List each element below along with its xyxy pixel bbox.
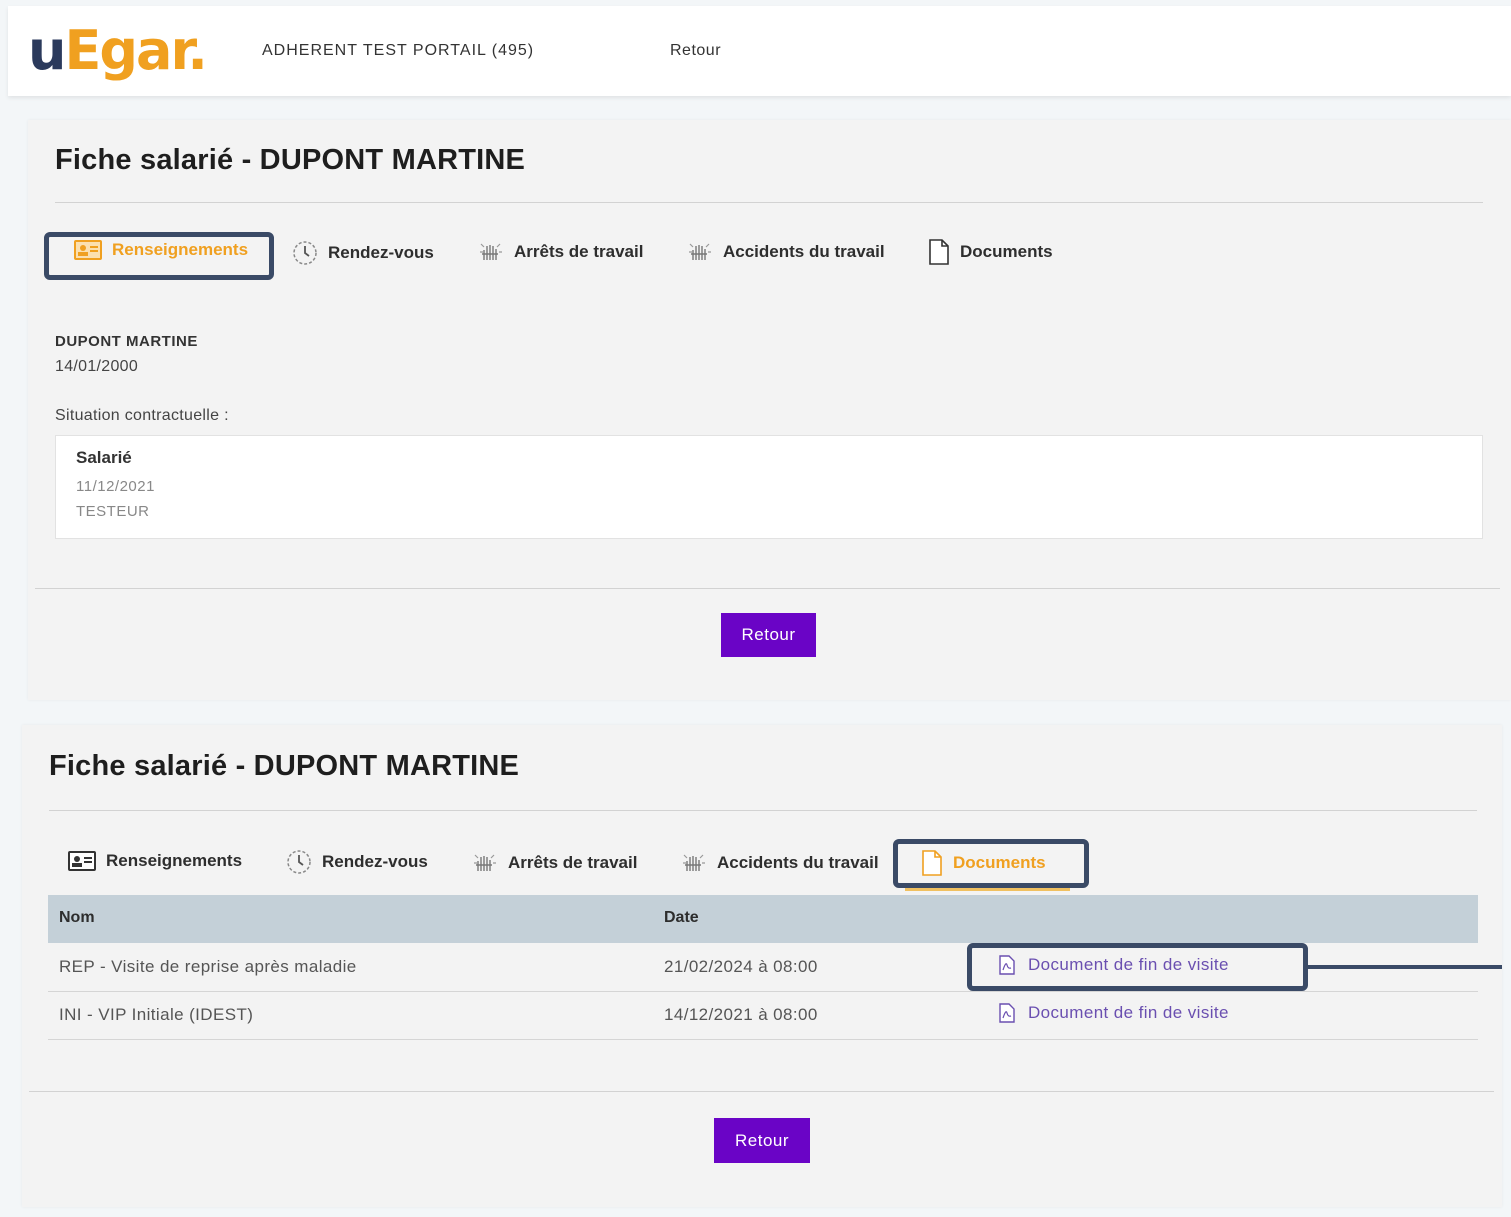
tab-rendez-vous[interactable]: Rendez-vous: [292, 240, 434, 266]
tab-accidents-du-travail[interactable]: Accidents du travail: [681, 851, 879, 875]
row-date: 21/02/2024 à 08:00: [664, 957, 818, 976]
table-header: Nom Date: [48, 895, 1478, 943]
contract-role: TESTEUR: [76, 503, 150, 520]
pdf-icon: [999, 1003, 1015, 1023]
footer-divider: [29, 1091, 1494, 1092]
active-tab-underline: [905, 888, 1070, 891]
table-row: INI - VIP Initiale (IDEST) 14/12/2021 à …: [48, 991, 1478, 1040]
row-nom: REP - Visite de reprise après maladie: [59, 957, 357, 976]
page-title: Fiche salarié - DUPONT MARTINE: [55, 144, 526, 176]
tab-label: Arrêts de travail: [508, 853, 638, 872]
highlight-box-documents: [893, 839, 1089, 888]
row-date: 14/12/2021 à 08:00: [664, 1005, 818, 1024]
title-divider: [49, 810, 1477, 811]
employee-name: DUPONT MARTINE: [55, 333, 198, 350]
hand-icon: [689, 243, 711, 260]
link-label: Document de fin de visite: [1028, 1003, 1229, 1022]
tab-label: Rendez-vous: [322, 852, 428, 871]
hand-icon: [474, 854, 496, 871]
tab-rendez-vous[interactable]: Rendez-vous: [286, 849, 428, 875]
birth-date: 14/01/2000: [55, 358, 139, 375]
tab-arrets-de-travail[interactable]: Arrêts de travail: [478, 240, 643, 264]
header-retour-link[interactable]: Retour: [670, 42, 721, 60]
uegar-logo[interactable]: uEgar.: [28, 18, 208, 84]
logo-letter-e: E: [64, 19, 101, 82]
top-header-bar: uEgar. ADHERENT TEST PORTAIL (495) Retou…: [8, 6, 1511, 96]
footer-divider: [35, 588, 1500, 589]
situation-label: Situation contractuelle :: [55, 407, 229, 424]
company-name: ADHERENT TEST PORTAIL (495): [262, 42, 535, 59]
retour-button[interactable]: Retour: [714, 1118, 810, 1163]
clock-icon: [293, 241, 317, 265]
retour-button[interactable]: Retour: [721, 613, 816, 657]
tab-label: Arrêts de travail: [514, 242, 644, 261]
logo-letter-u: u: [28, 19, 66, 82]
id-card-icon: [68, 851, 96, 871]
clock-icon: [287, 850, 311, 874]
hand-icon: [683, 854, 705, 871]
employee-panel-renseignements: Fiche salarié - DUPONT MARTINE Renseigne…: [28, 120, 1511, 700]
callout-arrow-line: [1306, 965, 1502, 969]
contract-type: Salarié: [76, 448, 132, 467]
hand-icon: [480, 243, 502, 260]
tab-label: Accidents du travail: [723, 242, 885, 261]
tab-renseignements[interactable]: Renseignements: [68, 851, 242, 871]
employee-panel-documents: Fiche salarié - DUPONT MARTINE Renseigne…: [22, 725, 1502, 1207]
tab-label: Renseignements: [106, 851, 243, 870]
page-title: Fiche salarié - DUPONT MARTINE: [49, 750, 520, 782]
contract-card: Salarié 11/12/2021 TESTEUR: [55, 435, 1483, 539]
tab-arrets-de-travail[interactable]: Arrêts de travail: [472, 851, 637, 875]
tab-label: Accidents du travail: [717, 853, 879, 872]
column-header-date: Date: [664, 909, 699, 926]
document-icon: [929, 239, 949, 265]
column-header-nom: Nom: [59, 909, 95, 926]
row-nom: INI - VIP Initiale (IDEST): [59, 1005, 254, 1024]
title-divider: [55, 202, 1483, 203]
contract-date: 11/12/2021: [76, 478, 155, 495]
document-fin-visite-link[interactable]: Document de fin de visite: [998, 1003, 1229, 1023]
tab-label: Rendez-vous: [328, 243, 434, 262]
highlight-box-renseignements: [44, 232, 274, 280]
highlight-box-document-link: [967, 943, 1308, 991]
tab-documents[interactable]: Documents: [928, 239, 1053, 265]
logo-text-gar: gar.: [99, 19, 208, 82]
tab-label: Documents: [960, 242, 1053, 261]
tab-accidents-du-travail[interactable]: Accidents du travail: [687, 240, 885, 264]
